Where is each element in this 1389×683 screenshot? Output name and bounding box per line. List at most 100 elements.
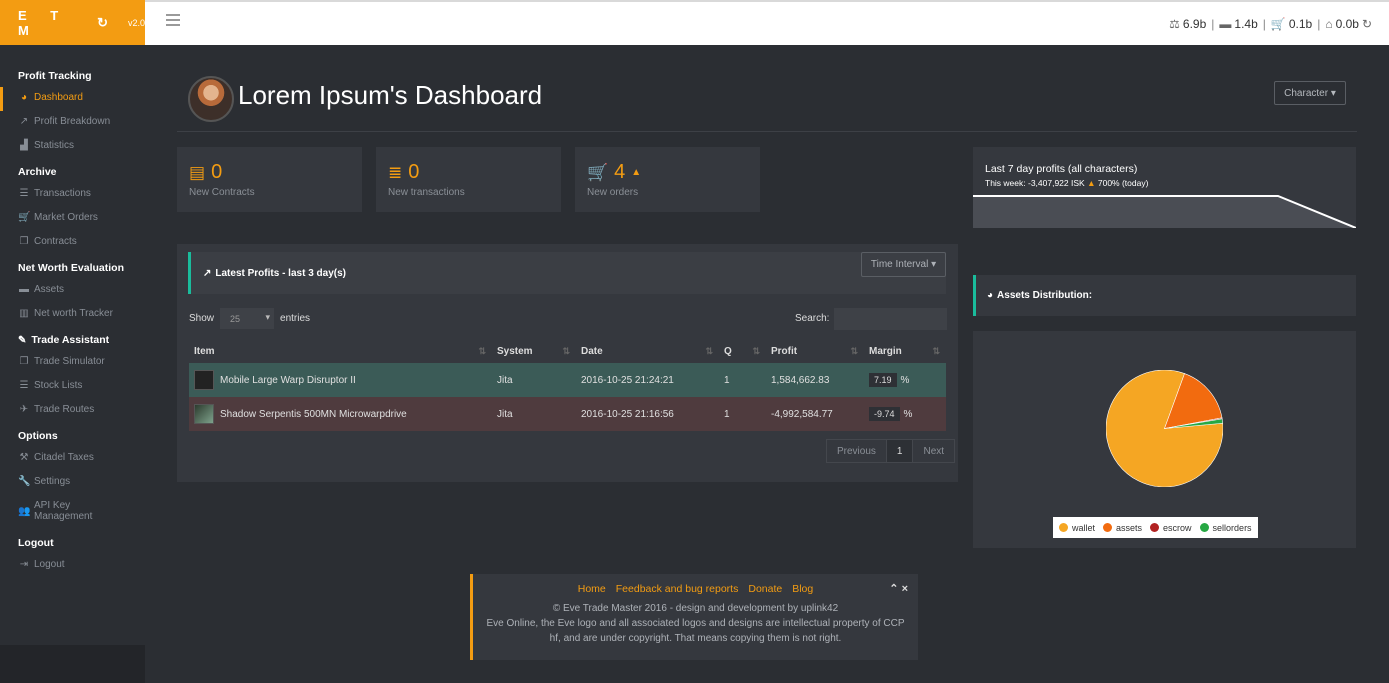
sidebar-item-market-orders[interactable]: 🛒 Market Orders [0, 207, 145, 231]
sidebar-item-label: Stock Lists [34, 380, 83, 391]
sidebar-section-logout: Logout [18, 537, 54, 549]
footer-collapse-close-icons[interactable]: ⌃ × [889, 582, 908, 595]
system-cell: Jita [492, 363, 576, 397]
escrow-value: 0.0b [1335, 17, 1359, 31]
legend-item-sellorders[interactable]: sellorders [1199, 523, 1252, 533]
orders-value: 0.1b [1288, 17, 1313, 31]
wallet-value: 6.9b [1182, 17, 1207, 31]
footer-link-donate[interactable]: Donate [748, 583, 782, 595]
sidebar-item-label: Transactions [34, 188, 91, 199]
stat-new-contracts: ▤ 0 New Contracts [177, 147, 362, 212]
footer-link-feedback[interactable]: Feedback and bug reports [616, 583, 739, 595]
copyright-text: © Eve Trade Master 2016 - design and dev… [552, 603, 839, 614]
column-header-q[interactable]: Q ⇅ [719, 339, 766, 363]
copy-icon: ❐ [19, 236, 29, 247]
sidebar-item-api-key-management[interactable]: 👥 API Key Management [0, 495, 145, 530]
cart-icon: 🛒 [587, 162, 609, 182]
sidebar-item-label: API Key Management [34, 500, 93, 522]
sidebar-section-title: Trade Assistant [31, 334, 110, 346]
weekly-profit-sparkline [973, 195, 1356, 228]
footer-link-home[interactable]: Home [578, 583, 606, 595]
sidebar-section-archive: Archive [18, 166, 57, 178]
sidebar-item-statistics[interactable]: ▟ Statistics [0, 135, 145, 159]
page-1-button[interactable]: 1 [886, 440, 914, 462]
sidebar-item-label: Logout [34, 559, 65, 570]
legend-swatch [1199, 523, 1209, 532]
contract-icon: ▤ [189, 162, 206, 182]
margin-value: -9.74 [869, 407, 900, 421]
sidebar-item-stock-lists[interactable]: ☰ Stock Lists [0, 375, 145, 399]
legend-item-assets[interactable]: assets [1103, 523, 1142, 533]
assets-value: 1.4b [1234, 17, 1258, 31]
column-header-date[interactable]: Date ⇅ [576, 339, 719, 363]
next-page-button[interactable]: Next [913, 440, 954, 462]
weekly-profit-value: This week: -3,407,922 ISK [985, 178, 1085, 188]
sidebar-item-transactions[interactable]: ☰ Transactions [0, 183, 145, 207]
sidebar-item-label: Profit Breakdown [34, 116, 111, 127]
divider [177, 131, 1357, 132]
system-cell: Jita [492, 397, 576, 431]
character-dropdown-button[interactable]: Character ▾ [1274, 81, 1346, 105]
stack-icon: ≣ [388, 162, 403, 182]
column-header-profit[interactable]: Profit ⇅ [766, 339, 864, 363]
refresh-icon[interactable]: ↻ [1362, 17, 1372, 31]
assets-pie-chart [1106, 370, 1223, 487]
sidebar-item-net-worth-tracker[interactable]: ▥ Net worth Tracker [0, 303, 145, 327]
legend-item-wallet[interactable]: wallet [1059, 523, 1095, 533]
stat-value: 4 [614, 161, 626, 183]
sidebar-item-assets[interactable]: ▬ Assets [0, 279, 145, 303]
dashboard-icon: ◕ [20, 92, 28, 103]
legend-item-escrow[interactable]: escrow [1150, 523, 1192, 533]
gavel-icon: ⚒ [19, 452, 29, 463]
stat-new-transactions: ≣ 0 New transactions [376, 147, 561, 212]
assets-title: Assets Distribution: [997, 290, 1093, 301]
legend-label: escrow [1163, 522, 1192, 533]
footer-link-blog[interactable]: Blog [792, 583, 813, 595]
plane-icon: ✈ [19, 404, 29, 415]
sidebar-item-contracts[interactable]: ❐ Contracts [0, 231, 145, 255]
sidebar-item-trade-simulator[interactable]: ❐ Trade Simulator [0, 351, 145, 375]
legend-label: assets [1116, 522, 1143, 533]
menu-toggle-icon[interactable] [166, 14, 180, 26]
sidebar-item-label: Market Orders [34, 212, 98, 223]
top-bar: ⚖ 6.9b | ▬ 1.4b | 🛒 0.1b | ⌂ 0.0b ↻ [145, 0, 1389, 45]
bank-icon: ⌂ [1325, 17, 1333, 31]
time-interval-button[interactable]: Time Interval ▾ [861, 252, 946, 277]
previous-page-button[interactable]: Previous [827, 440, 887, 462]
refresh-icon[interactable]: ↻ [97, 15, 108, 31]
margin-unit: % [900, 375, 910, 386]
table-row[interactable]: Mobile Large Warp Disruptor II Jita 2016… [189, 363, 946, 397]
table-row[interactable]: Shadow Serpentis 500MN Microwarpdrive Ji… [189, 397, 946, 431]
stat-new-orders: 🛒 4 ▲ New orders [575, 147, 760, 212]
show-label: Show [189, 313, 215, 324]
area-chart-icon: ▟ [20, 140, 28, 151]
search-input[interactable] [834, 308, 947, 330]
sidebar-item-settings[interactable]: 🔧 Settings [0, 471, 145, 495]
legend-label: wallet [1072, 522, 1096, 533]
weekly-profit-summary: This week: -3,407,922 ISK ▲ 700% (today) [985, 178, 1148, 188]
list-icon: ☰ [19, 380, 29, 391]
line-chart-icon: ↗ [203, 267, 212, 279]
panel-header: ↗ Latest Profits - last 3 day(s) [188, 252, 946, 294]
brand-text: E T M [18, 7, 69, 38]
sidebar-item-label: Net worth Tracker [34, 308, 113, 319]
column-header-margin[interactable]: Margin ⇅ [864, 339, 946, 363]
sidebar-item-profit-breakdown[interactable]: ↗ Profit Breakdown [0, 111, 145, 135]
entries-length-control: Show 25 entries [189, 308, 310, 329]
sidebar-item-citadel-taxes[interactable]: ⚒ Citadel Taxes [0, 447, 145, 471]
entries-select[interactable]: 25 [220, 308, 275, 329]
column-header-item[interactable]: Item ⇅ [189, 339, 492, 363]
cart-icon: 🛒 [18, 212, 31, 223]
brand-logo[interactable]: E T M ↻ v2.0 [0, 0, 145, 45]
sidebar-item-label: Contracts [34, 236, 77, 247]
stat-label: New Contracts [189, 187, 255, 198]
sidebar-item-trade-routes[interactable]: ✈ Trade Routes [0, 399, 145, 423]
bar-chart-icon: ▥ [19, 308, 29, 319]
column-header-system[interactable]: System ⇅ [492, 339, 576, 363]
date-cell: 2016-10-25 21:24:21 [576, 363, 719, 397]
list-icon: ☰ [19, 188, 29, 199]
sidebar-item-logout[interactable]: ⇥ Logout [0, 554, 145, 578]
sidebar-item-dashboard[interactable]: ◕ Dashboard [0, 87, 145, 111]
sidebar-section-profit-tracking: Profit Tracking [18, 70, 92, 82]
item-name: Mobile Large Warp Disruptor II [220, 374, 356, 386]
